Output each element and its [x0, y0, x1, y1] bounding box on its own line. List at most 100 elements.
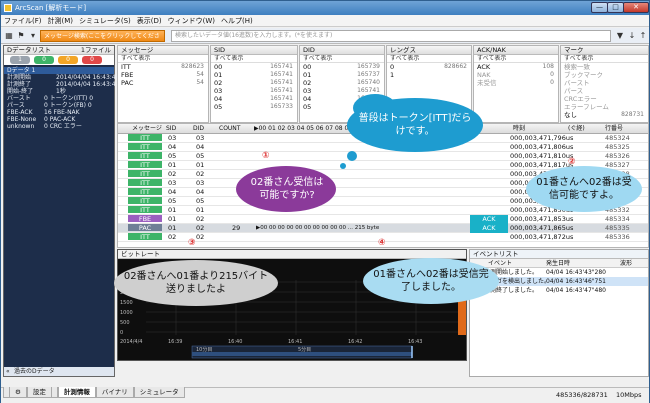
filter-item[interactable]: 未受信 0	[474, 79, 558, 87]
data-search-input[interactable]: 検索したいデータ値(16進数)を入力します。(*を使えます)	[171, 30, 611, 42]
col-message[interactable]: メッセージ	[132, 124, 162, 134]
arrow-up-icon[interactable]: ↑	[638, 31, 648, 41]
filter-item[interactable]: 02 165741	[211, 79, 297, 87]
filter-item[interactable]: 03 165741	[300, 87, 384, 95]
filter-item[interactable]: 05 165741	[300, 103, 384, 111]
callout-text-3: 01番さんへ02番は受信可能ですよ。	[536, 177, 632, 201]
filter-count: 165741	[270, 87, 293, 94]
filter-count: 828623	[181, 63, 204, 70]
col-did[interactable]: DID	[193, 124, 204, 134]
filter-show-all[interactable]: すべて表示	[474, 55, 558, 63]
filter-item[interactable]: ブックマーク	[561, 71, 648, 79]
pill-green[interactable]: 0	[34, 56, 54, 64]
table-row[interactable]: FBE 01 02 ACK 000,003,471,853us 485334	[118, 215, 648, 224]
filter-item[interactable]: パース	[561, 87, 648, 95]
col-event[interactable]: イベント	[488, 259, 512, 268]
x-tick: 16:41	[288, 339, 302, 345]
col-sid[interactable]: SID	[166, 124, 176, 134]
col-datetime[interactable]: 発生日時	[546, 259, 570, 268]
table-row[interactable]: PAC 01 02 29 ▶00 00 00 00 00 00 00 00 00 00 …	[118, 224, 648, 233]
filter-item[interactable]: FBE 54	[118, 71, 208, 79]
event-row[interactable]: 1 計測開始しました。 04/04 16:43'43"280	[470, 268, 648, 277]
tab-measure-info[interactable]: 計測情報	[57, 387, 96, 398]
pill-gray[interactable]: 1	[10, 56, 30, 64]
pill-red[interactable]: 0	[82, 56, 102, 64]
cell-time: 000,003,471,872us	[510, 233, 574, 241]
filter-item[interactable]: 04 165741	[211, 95, 297, 103]
filter-item[interactable]: NAK 0	[474, 71, 558, 79]
filter-item[interactable]: 01 165741	[211, 71, 297, 79]
data-list-item[interactable]: Dデータ 1	[4, 67, 114, 74]
filter-show-all[interactable]: すべて表示	[561, 55, 648, 63]
search-down-icon[interactable]: ▼	[615, 31, 625, 41]
bookmark-icon[interactable]: ⚑	[16, 31, 26, 41]
col-time[interactable]: 時刻	[513, 124, 525, 134]
filter-item[interactable]: ITT 828623	[118, 63, 208, 71]
maximize-button[interactable]: □	[607, 2, 624, 13]
cell-message: ITT	[128, 179, 162, 187]
filter-show-all[interactable]: すべて表示	[300, 55, 384, 63]
filter-show-all[interactable]: すべて表示	[118, 55, 208, 63]
filter-item[interactable]: バースト	[561, 79, 648, 87]
filter-icon[interactable]: ▾	[28, 31, 38, 41]
x-tick: 2014/4/4	[120, 339, 142, 345]
cell-count: 29	[232, 224, 241, 232]
cell-message: PAC	[128, 224, 162, 232]
col-line[interactable]: 行番号	[605, 124, 623, 134]
filter-item[interactable]: 検索一致	[561, 63, 648, 71]
col-count[interactable]: COUNT	[219, 124, 240, 134]
info-row: 計測開始 2014/04/04 16:43:46	[4, 74, 119, 81]
col-elapsed[interactable]: (ぐ経)	[568, 124, 585, 134]
event-row[interactable]: 3 計測終了しました。 04/04 16:43'47"480	[470, 286, 648, 295]
filter-key: CRCエラー	[564, 95, 597, 103]
menu-simulator[interactable]: シミュレータ(S)	[76, 15, 134, 27]
event-row[interactable]: 2 トリガを検出しました。 04/04 16:43'46"751	[470, 277, 648, 286]
col-wave[interactable]: 波形	[620, 259, 632, 268]
menu-view[interactable]: 表示(D)	[134, 15, 165, 27]
menu-file[interactable]: ファイル(F)	[1, 15, 45, 27]
tab-simulator[interactable]: シミュレータ	[133, 387, 185, 398]
menu-help[interactable]: ヘルプ(H)	[218, 15, 256, 27]
filter-item[interactable]: ACK 108	[474, 63, 558, 71]
filter-item[interactable]: 00 165741	[211, 63, 297, 71]
filter-item[interactable]: 00 165739	[300, 63, 384, 71]
cell-sid: 03	[168, 134, 177, 142]
filter-key: FBE	[121, 71, 134, 79]
event-time: 04/04 16:43'46"751	[546, 278, 606, 285]
filter-item[interactable]: 03 165741	[211, 87, 297, 95]
filter-count: 165741	[270, 71, 293, 78]
filter-show-all[interactable]: すべて表示	[211, 55, 297, 63]
tab-settings[interactable]: ⚙ 設定	[3, 387, 58, 398]
filter-item[interactable]: 05 165733	[211, 103, 297, 111]
grid-icon[interactable]: ▦	[4, 31, 14, 41]
message-search-button[interactable]: メッセージ検索(ここをクリックしてください)	[40, 30, 165, 52]
app-icon	[4, 4, 12, 12]
cell-message: ITT	[128, 197, 162, 205]
close-button[interactable]: ✕	[623, 2, 649, 13]
filter-show-all[interactable]: すべて表示	[387, 55, 471, 63]
filter-item[interactable]: なし 828731	[561, 111, 648, 119]
filter-item[interactable]: 1	[387, 71, 471, 79]
filter-item[interactable]: 04 165741	[300, 95, 384, 103]
cell-did: 04	[196, 143, 205, 151]
table-row[interactable]: ITT 01 01 000,003,471,850us 485332	[118, 206, 648, 215]
filter-key: 未受信	[477, 79, 497, 87]
menu-measure[interactable]: 計測(M)	[45, 15, 77, 27]
past-data-button[interactable]: « 過去のDデータ	[4, 367, 114, 376]
file-count: 1ファイル	[80, 46, 111, 54]
filter-item[interactable]: エラーフレーム	[561, 103, 648, 111]
table-row[interactable]: ITT 04 04 000,003,471,806us 485325	[118, 143, 648, 152]
minimize-button[interactable]: —	[591, 2, 608, 13]
callout-text-1: 普段はトークン[ITT]だらけです。	[358, 113, 472, 137]
filter-item[interactable]: 0 828662	[387, 63, 471, 71]
pill-orange[interactable]: 0	[58, 56, 78, 64]
filter-item[interactable]: 01 165737	[300, 71, 384, 79]
filter-item[interactable]: PAC 54	[118, 79, 208, 87]
arrow-down-icon[interactable]: ↓	[627, 31, 637, 41]
menu-window[interactable]: ウィンドウ(W)	[165, 15, 218, 27]
tab-binary[interactable]: バイナリ	[95, 387, 134, 398]
filter-item[interactable]: 02 165740	[300, 79, 384, 87]
filter-key: 0	[390, 63, 395, 71]
filter-item[interactable]: CRCエラー	[561, 95, 648, 103]
col-data[interactable]: ▶00 01 02 03 04 05 06 07 08 09	[254, 124, 352, 134]
